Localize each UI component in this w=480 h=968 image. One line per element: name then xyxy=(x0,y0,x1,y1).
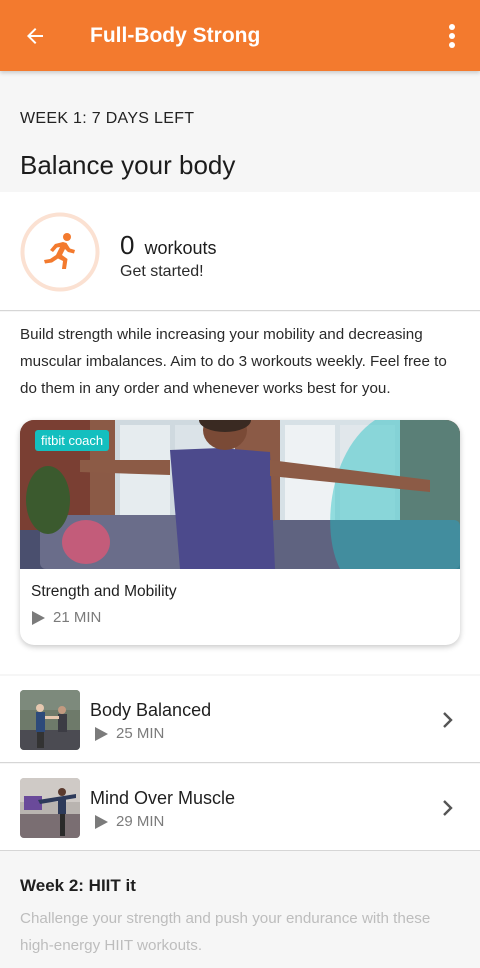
featured-workout-card[interactable]: fitbit coach Strength and Mobility 21 MI… xyxy=(20,420,460,645)
workout-title: Body Balanced xyxy=(90,700,212,720)
chevron-right-icon xyxy=(443,712,453,728)
chevron-right-icon xyxy=(443,800,453,816)
workout-count-unit: workouts xyxy=(144,238,217,258)
workout-duration: 29 MIN xyxy=(116,813,165,830)
workout-title: Mind Over Muscle xyxy=(90,788,236,808)
workout-count-value: 0 xyxy=(120,230,135,260)
workout-meta: 29 MIN xyxy=(94,813,164,830)
play-icon xyxy=(95,726,108,741)
play-icon xyxy=(95,814,108,829)
back-button[interactable] xyxy=(0,0,70,71)
app-bar: Full-Body Strong xyxy=(0,0,480,71)
more-options-button[interactable] xyxy=(424,0,480,71)
fitbit-coach-badge: fitbit coach xyxy=(35,430,110,451)
workout-progress: 0 workouts Get started! xyxy=(0,192,480,311)
workout-thumbnail xyxy=(20,778,80,838)
workout-duration: 25 MIN xyxy=(116,725,165,742)
play-icon xyxy=(32,610,45,625)
workout-meta: 25 MIN xyxy=(94,725,164,742)
workout-count: 0 workouts xyxy=(120,230,217,261)
progress-ring xyxy=(20,212,100,292)
week2-title: Week 2: HIIT it xyxy=(20,876,136,895)
week-header: WEEK 1: 7 DAYS LEFT Balance your body xyxy=(0,71,480,191)
featured-workout-duration: 21 MIN xyxy=(53,609,102,626)
program-section: Build strength while increasing your mob… xyxy=(0,312,480,674)
featured-workout-meta: 21 MIN xyxy=(31,609,101,626)
more-vertical-icon xyxy=(449,23,455,48)
page-title: Full-Body Strong xyxy=(90,23,261,47)
workout-row-body-balanced[interactable]: Body Balanced 25 MIN xyxy=(0,676,480,763)
arrow-left-icon xyxy=(27,27,43,44)
progress-subtitle: Get started! xyxy=(120,263,204,280)
workout-row-mind-over-muscle[interactable]: Mind Over Muscle 29 MIN xyxy=(0,764,480,851)
running-person-icon xyxy=(44,233,75,269)
featured-workout-title: Strength and Mobility xyxy=(31,583,177,600)
week-title: Balance your body xyxy=(20,150,236,180)
program-description: Build strength while increasing your mob… xyxy=(20,326,447,397)
week-label: WEEK 1: 7 DAYS LEFT xyxy=(20,110,195,127)
week2-section: Week 2: HIIT it Challenge your strength … xyxy=(0,852,480,968)
workout-thumbnail xyxy=(20,690,80,750)
week2-description: Challenge your strength and push your en… xyxy=(20,910,431,954)
featured-workout-image: fitbit coach xyxy=(20,420,460,569)
